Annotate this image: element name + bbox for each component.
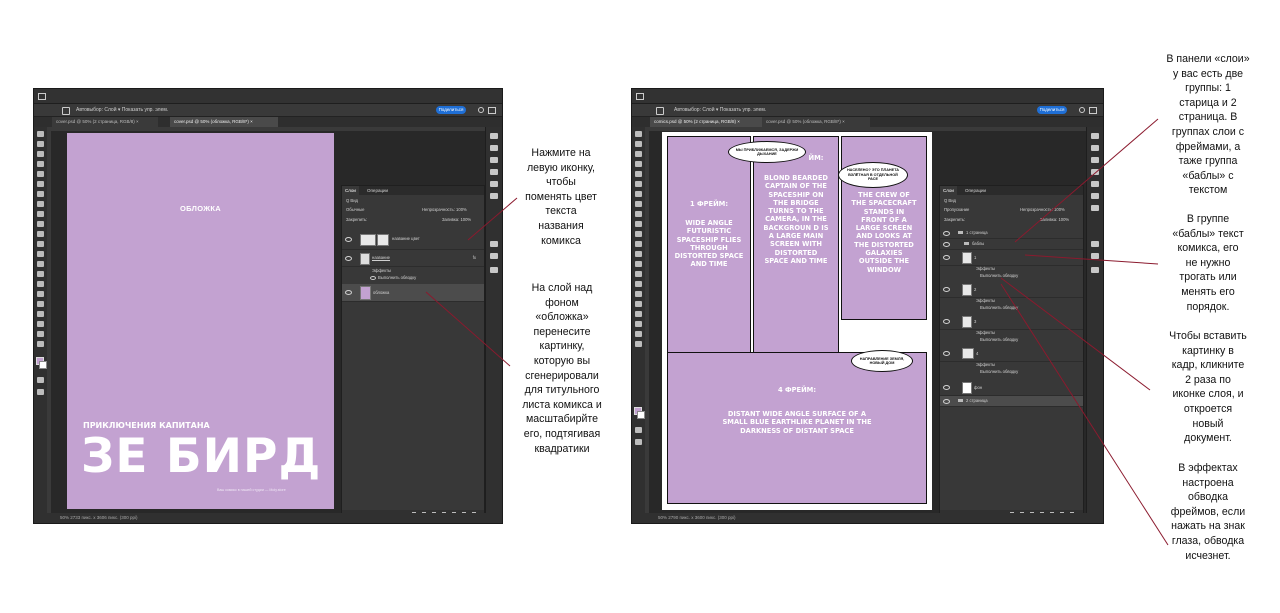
pointer-line [1014,118,1159,243]
pointer-lines [425,118,1169,546]
pointer-line [1000,277,1151,391]
pointer-line [1000,283,1169,546]
pointer-line [425,291,511,367]
pointer-line [1024,254,1159,265]
pointer-line [467,197,518,241]
